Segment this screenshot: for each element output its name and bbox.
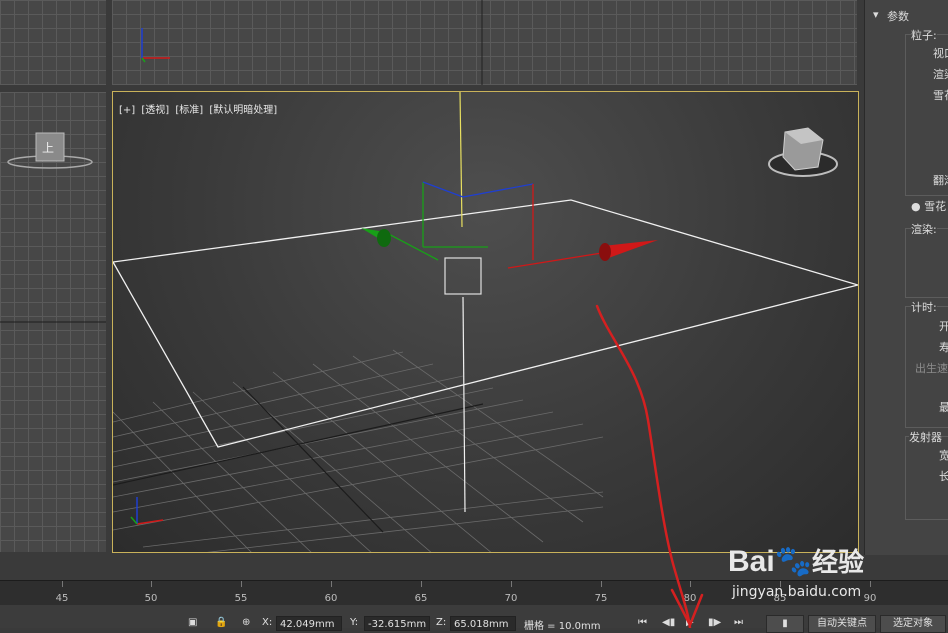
tick-label: 80: [683, 593, 697, 604]
play-icon[interactable]: ▶: [686, 617, 694, 628]
render-label: 渲染:: [911, 221, 937, 237]
lock-icon[interactable]: 🔒: [215, 617, 227, 628]
rollout-collapse-icon[interactable]: ▾: [873, 8, 879, 21]
z-coord-field[interactable]: 65.018mm: [450, 616, 516, 631]
birth-rate-label: 出生速: [915, 362, 948, 375]
timing-label: 计时:: [911, 299, 937, 315]
tick-label: 70: [504, 593, 518, 604]
previous-frame-icon[interactable]: ◀▮: [662, 617, 675, 628]
snowflake-radio-label: 雪花: [924, 200, 947, 213]
isolate-selection-icon[interactable]: ▣: [188, 617, 197, 628]
axis-tripod-icon: [141, 28, 170, 63]
start-label: 开: [939, 320, 948, 333]
life-label: 寿: [939, 341, 948, 354]
emitter-label: 发射器: [909, 429, 942, 445]
x-coord-label: X:: [262, 617, 273, 628]
tick-label: 75: [594, 593, 608, 604]
ground-grid: [113, 349, 604, 552]
go-to-end-icon[interactable]: ⏭: [734, 617, 743, 628]
x-axis-arrow-icon[interactable]: [603, 240, 658, 260]
drop-size-label: 雪花: [933, 89, 948, 102]
watermark-brand-a: Bai: [728, 545, 775, 578]
length-label: 长: [939, 470, 948, 483]
baidu-watermark: Bai🐾经验 jingyan.baidu.com: [722, 540, 948, 608]
particles-label: 粒子:: [911, 27, 937, 43]
auto-key-button[interactable]: 自动关键点: [808, 615, 876, 633]
params-rollout-title[interactable]: 参数: [887, 8, 909, 24]
move-gizmo[interactable]: [361, 181, 658, 295]
tick-label: 50: [144, 593, 158, 604]
status-bar: ▣ 🔒 ⊕ X: 42.049mm Y: -32.615mm Z: 65.018…: [0, 605, 948, 633]
render-count-label: 渲染: [933, 68, 948, 81]
width-label: 宽: [939, 449, 948, 462]
watermark-brand-b: 经验: [812, 547, 865, 577]
snowflake-radio[interactable]: ● 雪花: [911, 198, 946, 214]
y-coord-label: Y:: [350, 617, 359, 628]
transform-mode-icon[interactable]: ⊕: [242, 617, 250, 628]
tumble-label: 翻滚: [933, 174, 948, 187]
viewport-count-label: 视口: [933, 47, 948, 60]
x-coord-field[interactable]: 42.049mm: [276, 616, 342, 631]
paw-icon: 🐾: [774, 545, 813, 578]
tick-label: 45: [55, 593, 69, 604]
tick-label: 65: [414, 593, 428, 604]
current-frame-field[interactable]: ▮: [766, 615, 804, 633]
tick-label: 55: [234, 593, 248, 604]
viewcube-persp-icon[interactable]: [768, 127, 838, 177]
render-group: [905, 228, 948, 298]
viewcube-label: 上: [42, 141, 55, 155]
watermark-url: jingyan.baidu.com: [732, 584, 862, 600]
viewport-left[interactable]: 上: [0, 92, 106, 552]
snow-emitter-plane[interactable]: [113, 199, 858, 448]
next-frame-icon[interactable]: ▮▶: [708, 617, 721, 628]
tick-label: 60: [324, 593, 338, 604]
viewport-perspective[interactable]: [+] [透视] [标准] [默认明暗处理]: [112, 91, 859, 553]
grid-size-label: 栅格 = 10.0mm: [524, 621, 601, 632]
command-panel: ▾ 参数 粒子: 视口 渲染 雪花 翻滚 ● 雪花 渲染: 计时: 开 寿 出生…: [864, 0, 948, 555]
viewport-top-left[interactable]: [0, 0, 106, 85]
z-coord-label: Z:: [436, 617, 447, 628]
max-label: 最: [939, 401, 948, 414]
y-coord-field[interactable]: -32.615mm: [364, 616, 430, 631]
go-to-start-icon[interactable]: ⏮: [638, 617, 647, 628]
selected-object-dropdown[interactable]: 选定对象: [880, 615, 946, 633]
viewport-front[interactable]: [112, 0, 857, 85]
axis-tripod-persp-icon: [130, 497, 164, 525]
gizmo-center-box[interactable]: [444, 257, 482, 295]
